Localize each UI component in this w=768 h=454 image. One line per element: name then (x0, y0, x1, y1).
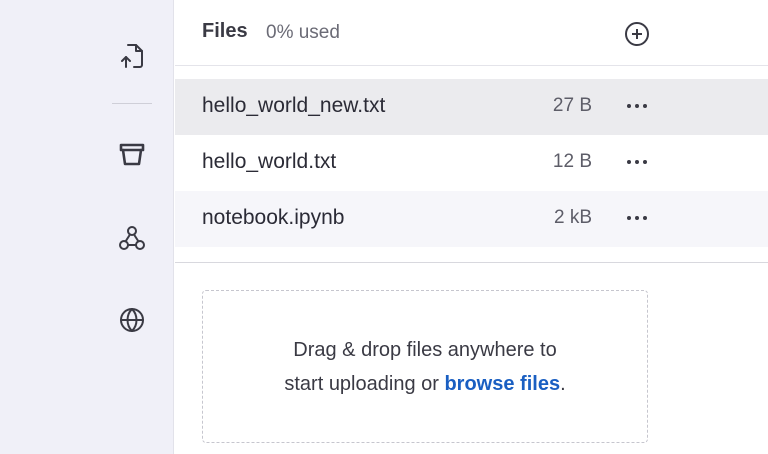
dropzone-line-1: Drag & drop files anywhere to (293, 338, 557, 361)
more-options-icon[interactable] (623, 93, 651, 119)
list-divider (175, 262, 768, 263)
file-name: hello_world.txt (202, 150, 337, 173)
file-name: notebook.ipynb (202, 206, 345, 229)
sidebar-divider (112, 103, 152, 104)
browse-files-link[interactable]: browse files (444, 373, 560, 395)
file-row[interactable]: notebook.ipynb 2 kB (175, 191, 768, 247)
dropzone-text: Drag & drop files anywhere to start uplo… (284, 333, 565, 401)
more-options-icon[interactable] (623, 149, 651, 175)
dropzone-prefix: start uploading or (284, 372, 445, 395)
file-name: hello_world_new.txt (202, 94, 386, 117)
files-header: Files 0% used (175, 0, 768, 66)
file-size: 12 B (552, 151, 592, 172)
file-row[interactable]: hello_world_new.txt 27 B (175, 79, 768, 135)
usage-label: 0% used (266, 22, 340, 43)
webhooks-icon[interactable] (114, 220, 150, 256)
page-title: Files (202, 20, 248, 42)
dropzone-suffix: . (560, 372, 566, 395)
storage-icon[interactable] (114, 136, 150, 172)
upload-dropzone[interactable]: Drag & drop files anywhere to start uplo… (202, 290, 648, 443)
add-file-button[interactable] (623, 20, 651, 48)
file-size: 2 kB (553, 207, 592, 228)
upload-file-icon[interactable] (114, 37, 150, 73)
file-list: hello_world_new.txt 27 B hello_world.txt… (175, 79, 768, 247)
file-size: 27 B (552, 95, 592, 116)
plus-circle-icon (625, 22, 649, 46)
file-row[interactable]: hello_world.txt 12 B (175, 135, 768, 191)
more-options-icon[interactable] (623, 205, 651, 231)
globe-icon[interactable] (114, 302, 150, 338)
sidebar (0, 0, 174, 454)
files-panel: Files 0% used hello_world_new.txt 27 B h… (175, 0, 768, 454)
dropzone-line-2: start uploading or browse files. (284, 367, 565, 401)
